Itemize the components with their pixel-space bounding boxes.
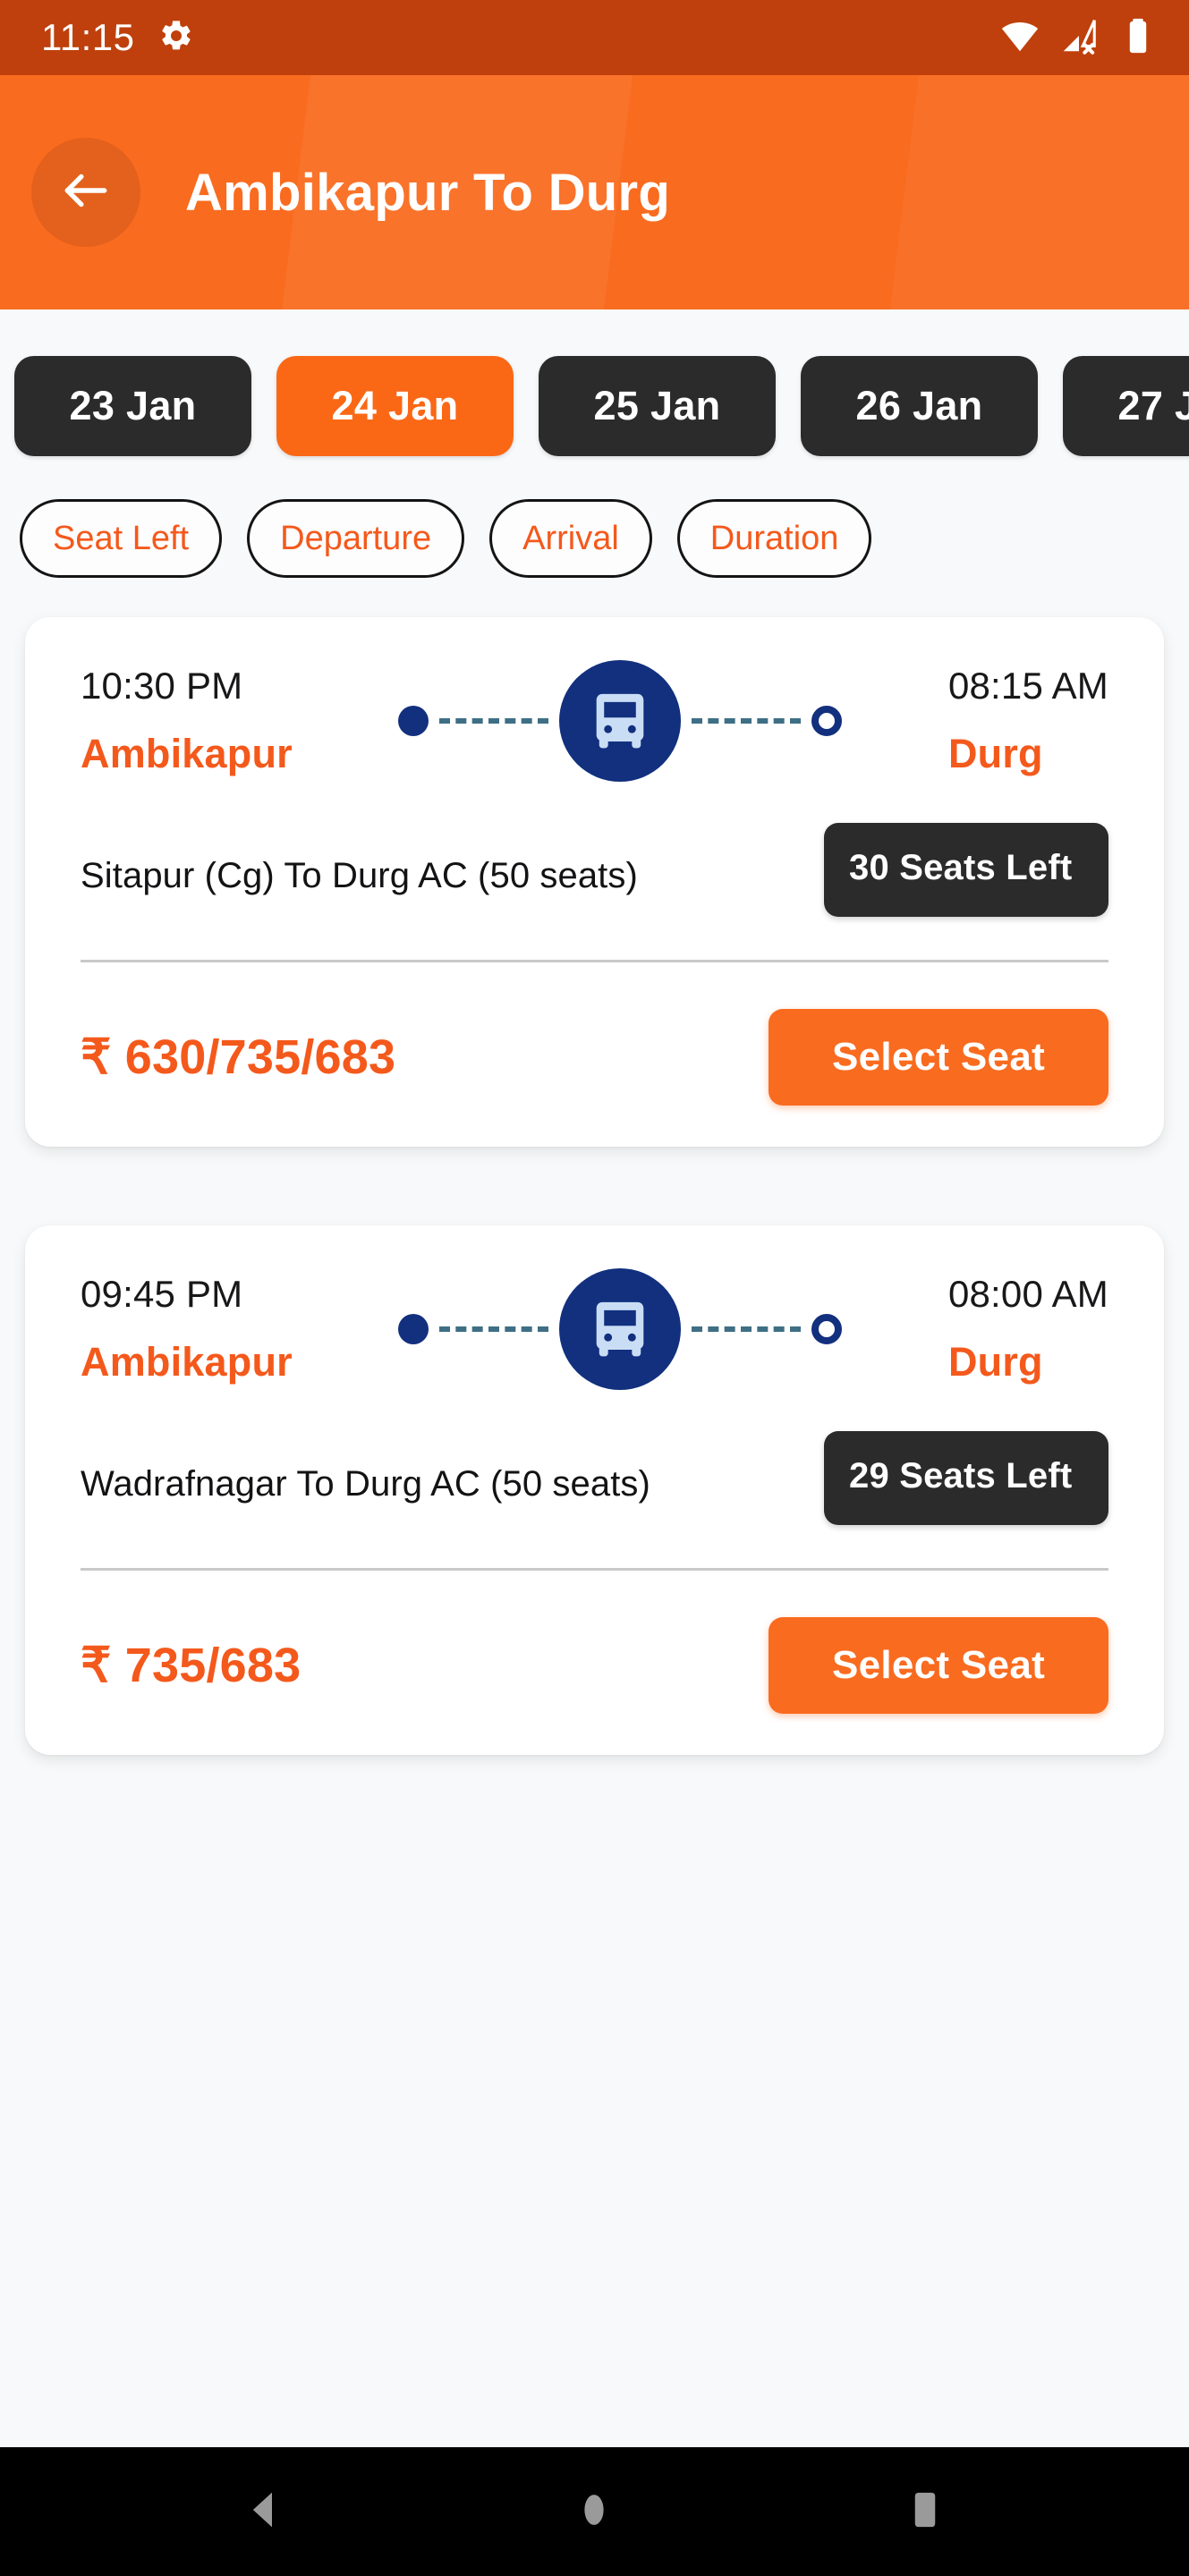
signal-no-sim-icon [1058,15,1100,61]
arrival-endpoint: 08:15 AM Durg [948,665,1108,777]
seats-left-badge: 29 Seats Left [824,1430,1108,1525]
nav-back-button[interactable] [188,2447,340,2576]
destination-dot-icon [811,1313,843,1344]
arrival-time: 08:00 AM [947,1272,1108,1315]
appbar-sheen-decoration-2 [883,75,1189,309]
select-seat-button[interactable]: Select Seat [769,1616,1108,1714]
filter-departure[interactable]: Departure [247,499,465,578]
departure-endpoint: 10:30 PM Ambikapur [81,665,293,777]
gear-icon [158,18,194,58]
nav-home-button[interactable] [518,2447,670,2576]
bus-name: Wadrafnagar To Durg AC (50 seats) [81,1463,650,1504]
fare-price: ₹ 630/735/683 [81,1030,396,1085]
nav-recents-button[interactable] [849,2447,1001,2576]
route-summary: 09:45 PM Ambikapur 08:00 AM Durg [81,1267,1108,1390]
filter-arrival[interactable]: Arrival [489,499,652,578]
bus-results-list: 10:30 PM Ambikapur 08:15 AM Durg Sitapur… [0,597,1189,2447]
bus-details-row: Sitapur (Cg) To Durg AC (50 seats) 30 Se… [81,823,1108,917]
arrival-city: Durg [947,1338,1043,1385]
route-dash-left [439,1326,549,1332]
date-chip-26-jan[interactable]: 26 Jan [801,356,1038,456]
route-graphic [398,1267,843,1390]
departure-time: 09:45 PM [81,1272,243,1315]
bus-card[interactable]: 10:30 PM Ambikapur 08:15 AM Durg Sitapur… [25,617,1164,1147]
arrival-city: Durg [947,731,1043,776]
status-bar-left: 11:15 [41,18,194,58]
bus-icon [559,1267,682,1390]
origin-dot-icon [398,706,429,736]
arrival-endpoint: 08:00 AM Durg [948,1273,1108,1385]
seats-left-badge: 30 Seats Left [824,823,1108,917]
battery-full-icon [1117,15,1159,61]
filter-chip-row[interactable]: Seat Left Departure Arrival Duration [0,472,1189,597]
status-bar-right [999,15,1159,61]
route-graphic [398,660,843,782]
back-triangle-icon [240,2486,288,2538]
arrow-left-icon [58,163,114,223]
wifi-icon [999,15,1040,61]
card-divider [81,1567,1108,1571]
android-navigation-bar [0,2447,1189,2576]
select-seat-button[interactable]: Select Seat [769,1008,1108,1106]
price-action-row: ₹ 630/735/683 Select Seat [81,1008,1108,1106]
date-chip-24-jan[interactable]: 24 Jan [276,356,514,456]
fare-price: ₹ 735/683 [81,1639,301,1693]
date-chip-27-jan[interactable]: 27 Jan [1063,356,1189,456]
route-dash-left [439,718,549,724]
app-bar: Ambikapur To Durg [0,75,1189,309]
home-circle-icon [572,2487,616,2537]
page-title: Ambikapur To Durg [185,163,671,222]
app-screen: 11:15 Ambikapur To Durg 23 Jan 24 Jan 25… [0,0,1189,2576]
origin-dot-icon [398,1313,429,1344]
arrival-time: 08:15 AM [947,665,1108,707]
date-chip-23-jan[interactable]: 23 Jan [14,356,251,456]
route-dash-right [692,718,802,724]
bus-icon [559,660,682,782]
departure-endpoint: 09:45 PM Ambikapur [81,1273,293,1385]
status-clock: 11:15 [41,16,135,58]
price-action-row: ₹ 735/683 Select Seat [81,1616,1108,1714]
departure-city: Ambikapur [81,1338,293,1385]
route-dash-right [692,1326,802,1332]
bus-card[interactable]: 09:45 PM Ambikapur 08:00 AM Durg Wadrafn… [25,1224,1164,1755]
card-divider [81,959,1108,962]
bus-details-row: Wadrafnagar To Durg AC (50 seats) 29 Sea… [81,1430,1108,1525]
bus-name: Sitapur (Cg) To Durg AC (50 seats) [81,856,638,895]
route-summary: 10:30 PM Ambikapur 08:15 AM Durg [81,660,1108,782]
date-selector-strip[interactable]: 23 Jan 24 Jan 25 Jan 26 Jan 27 Jan [0,309,1189,472]
filter-seat-left[interactable]: Seat Left [20,499,223,578]
date-chip-25-jan[interactable]: 25 Jan [539,356,776,456]
destination-dot-icon [811,706,843,736]
back-button[interactable] [31,138,140,247]
departure-time: 10:30 PM [81,665,243,707]
status-bar: 11:15 [0,0,1189,75]
recents-square-icon [903,2487,947,2537]
departure-city: Ambikapur [81,731,293,776]
filter-duration[interactable]: Duration [676,499,872,578]
